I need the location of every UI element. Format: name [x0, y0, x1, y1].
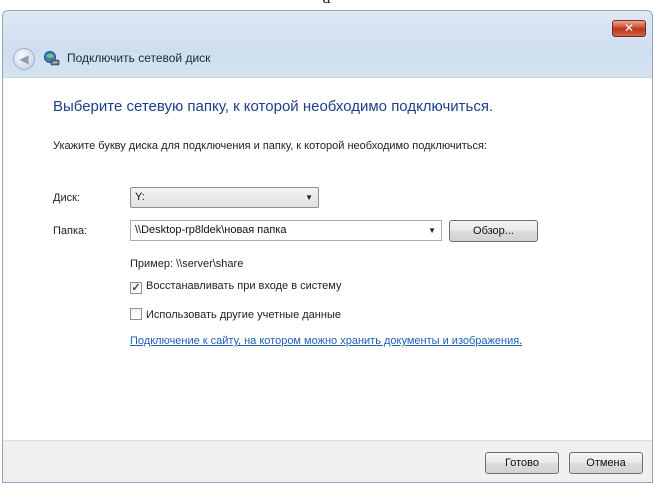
credentials-checkbox-label: Использовать другие учетные данные	[146, 309, 341, 321]
finish-button[interactable]: Готово	[485, 452, 559, 474]
back-arrow-icon: ◀	[19, 52, 29, 66]
reconnect-checkbox-row[interactable]: ✓ Восстанавливать при входе в систему	[130, 280, 341, 294]
reconnect-checkbox-label: Восстанавливать при входе в систему	[146, 280, 342, 292]
path-example: Пример: \\server\share	[130, 258, 244, 270]
website-connect-link[interactable]: Подключение к сайту, на котором можно хр…	[130, 335, 522, 347]
window-title: Подключить сетевой диск	[67, 51, 211, 65]
figure-caption: a	[0, 0, 653, 6]
instruction-text: Укажите букву диска для подключения и па…	[53, 140, 488, 152]
drive-letter-value: Y:	[135, 191, 145, 203]
back-button[interactable]: ◀	[13, 48, 35, 70]
reconnect-checkbox[interactable]: ✓	[130, 282, 142, 294]
page-heading: Выберите сетевую папку, к которой необхо…	[53, 98, 494, 115]
map-drive-dialog: ✕ ◀ Подключить сетевой диск Выберите сет…	[2, 10, 653, 483]
folder-path-input[interactable]: \\Desktop-rp8ldek\новая папка ▼	[130, 220, 442, 241]
website-connect-link-text[interactable]: Подключение к сайту, на котором можно хр…	[130, 335, 519, 347]
dialog-footer: Готово Отмена	[3, 440, 652, 482]
drive-letter-select[interactable]: Y: ▼	[130, 187, 319, 208]
credentials-checkbox-row[interactable]: Использовать другие учетные данные	[130, 308, 341, 321]
dialog-content: Выберите сетевую папку, к которой необхо…	[3, 77, 652, 440]
chevron-down-icon: ▼	[428, 226, 436, 235]
close-button[interactable]: ✕	[612, 20, 646, 37]
dialog-header: ◀ Подключить сетевой диск	[3, 39, 652, 77]
network-drive-icon	[44, 51, 60, 66]
browse-button[interactable]: Обзор...	[449, 220, 538, 242]
link-period: .	[519, 335, 523, 347]
chevron-down-icon: ▼	[305, 193, 313, 202]
folder-path-value: \\Desktop-rp8ldek\новая папка	[135, 224, 287, 236]
drive-label: Диск:	[53, 192, 80, 204]
folder-label: Папка:	[53, 225, 88, 237]
cancel-button[interactable]: Отмена	[569, 452, 643, 474]
credentials-checkbox[interactable]	[130, 308, 142, 320]
close-icon: ✕	[623, 21, 635, 35]
